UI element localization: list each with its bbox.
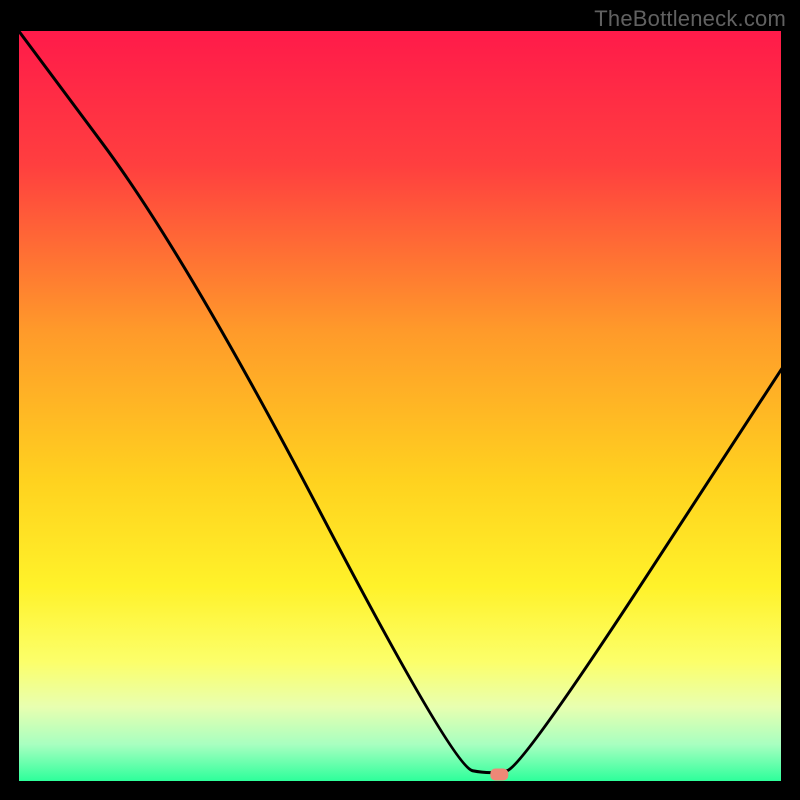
gradient-background [18,30,782,782]
chart-area [18,30,782,782]
watermark-text: TheBottleneck.com [594,6,786,32]
chart-svg [18,30,782,782]
optimal-marker [490,768,508,780]
